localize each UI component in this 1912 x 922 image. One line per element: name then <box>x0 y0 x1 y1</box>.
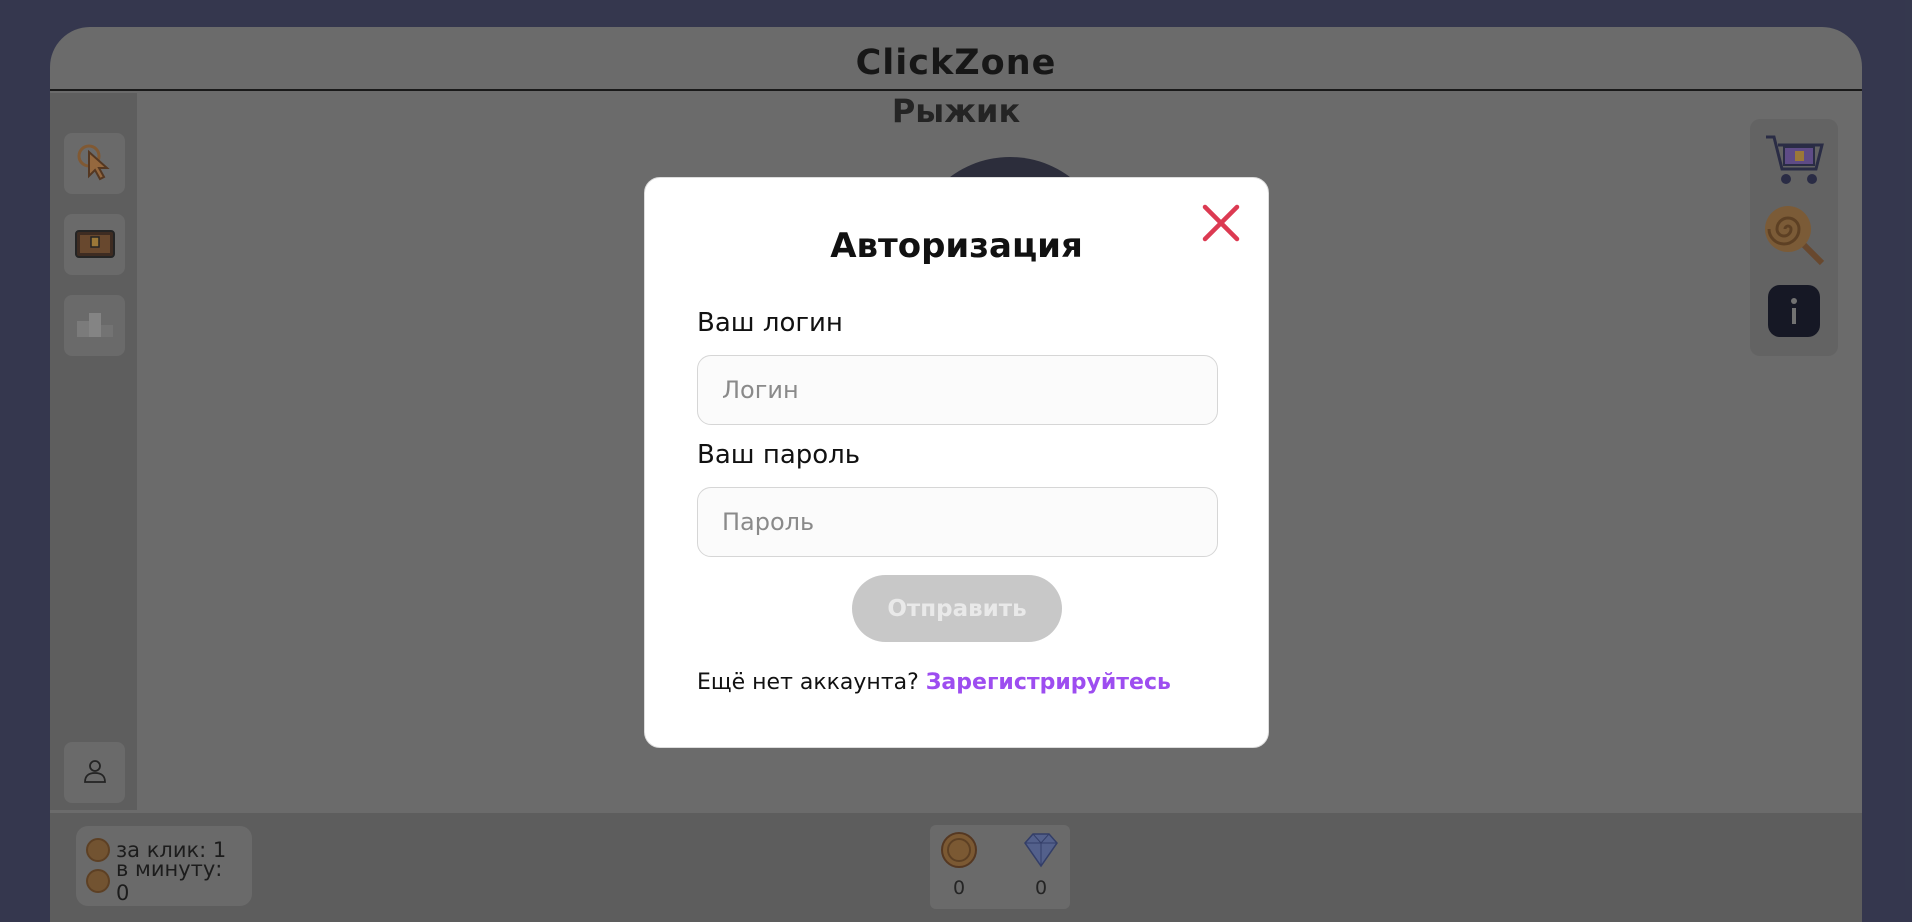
login-input[interactable] <box>697 355 1218 425</box>
register-link[interactable]: Зарегистрируйтесь <box>926 670 1171 695</box>
register-prompt: Ещё нет аккаунта? Зарегистрируйтесь <box>697 670 1171 695</box>
password-label: Ваш пароль <box>697 440 861 470</box>
submit-button[interactable]: Отправить <box>852 575 1062 642</box>
close-button[interactable] <box>1201 203 1241 243</box>
auth-modal: Авторизация Ваш логин Ваш пароль Отправи… <box>644 177 1269 748</box>
no-account-text: Ещё нет аккаунта? <box>697 670 919 695</box>
login-label: Ваш логин <box>697 308 843 338</box>
modal-title: Авторизация <box>830 226 1083 266</box>
close-icon <box>1201 204 1241 247</box>
password-input[interactable] <box>697 487 1218 557</box>
